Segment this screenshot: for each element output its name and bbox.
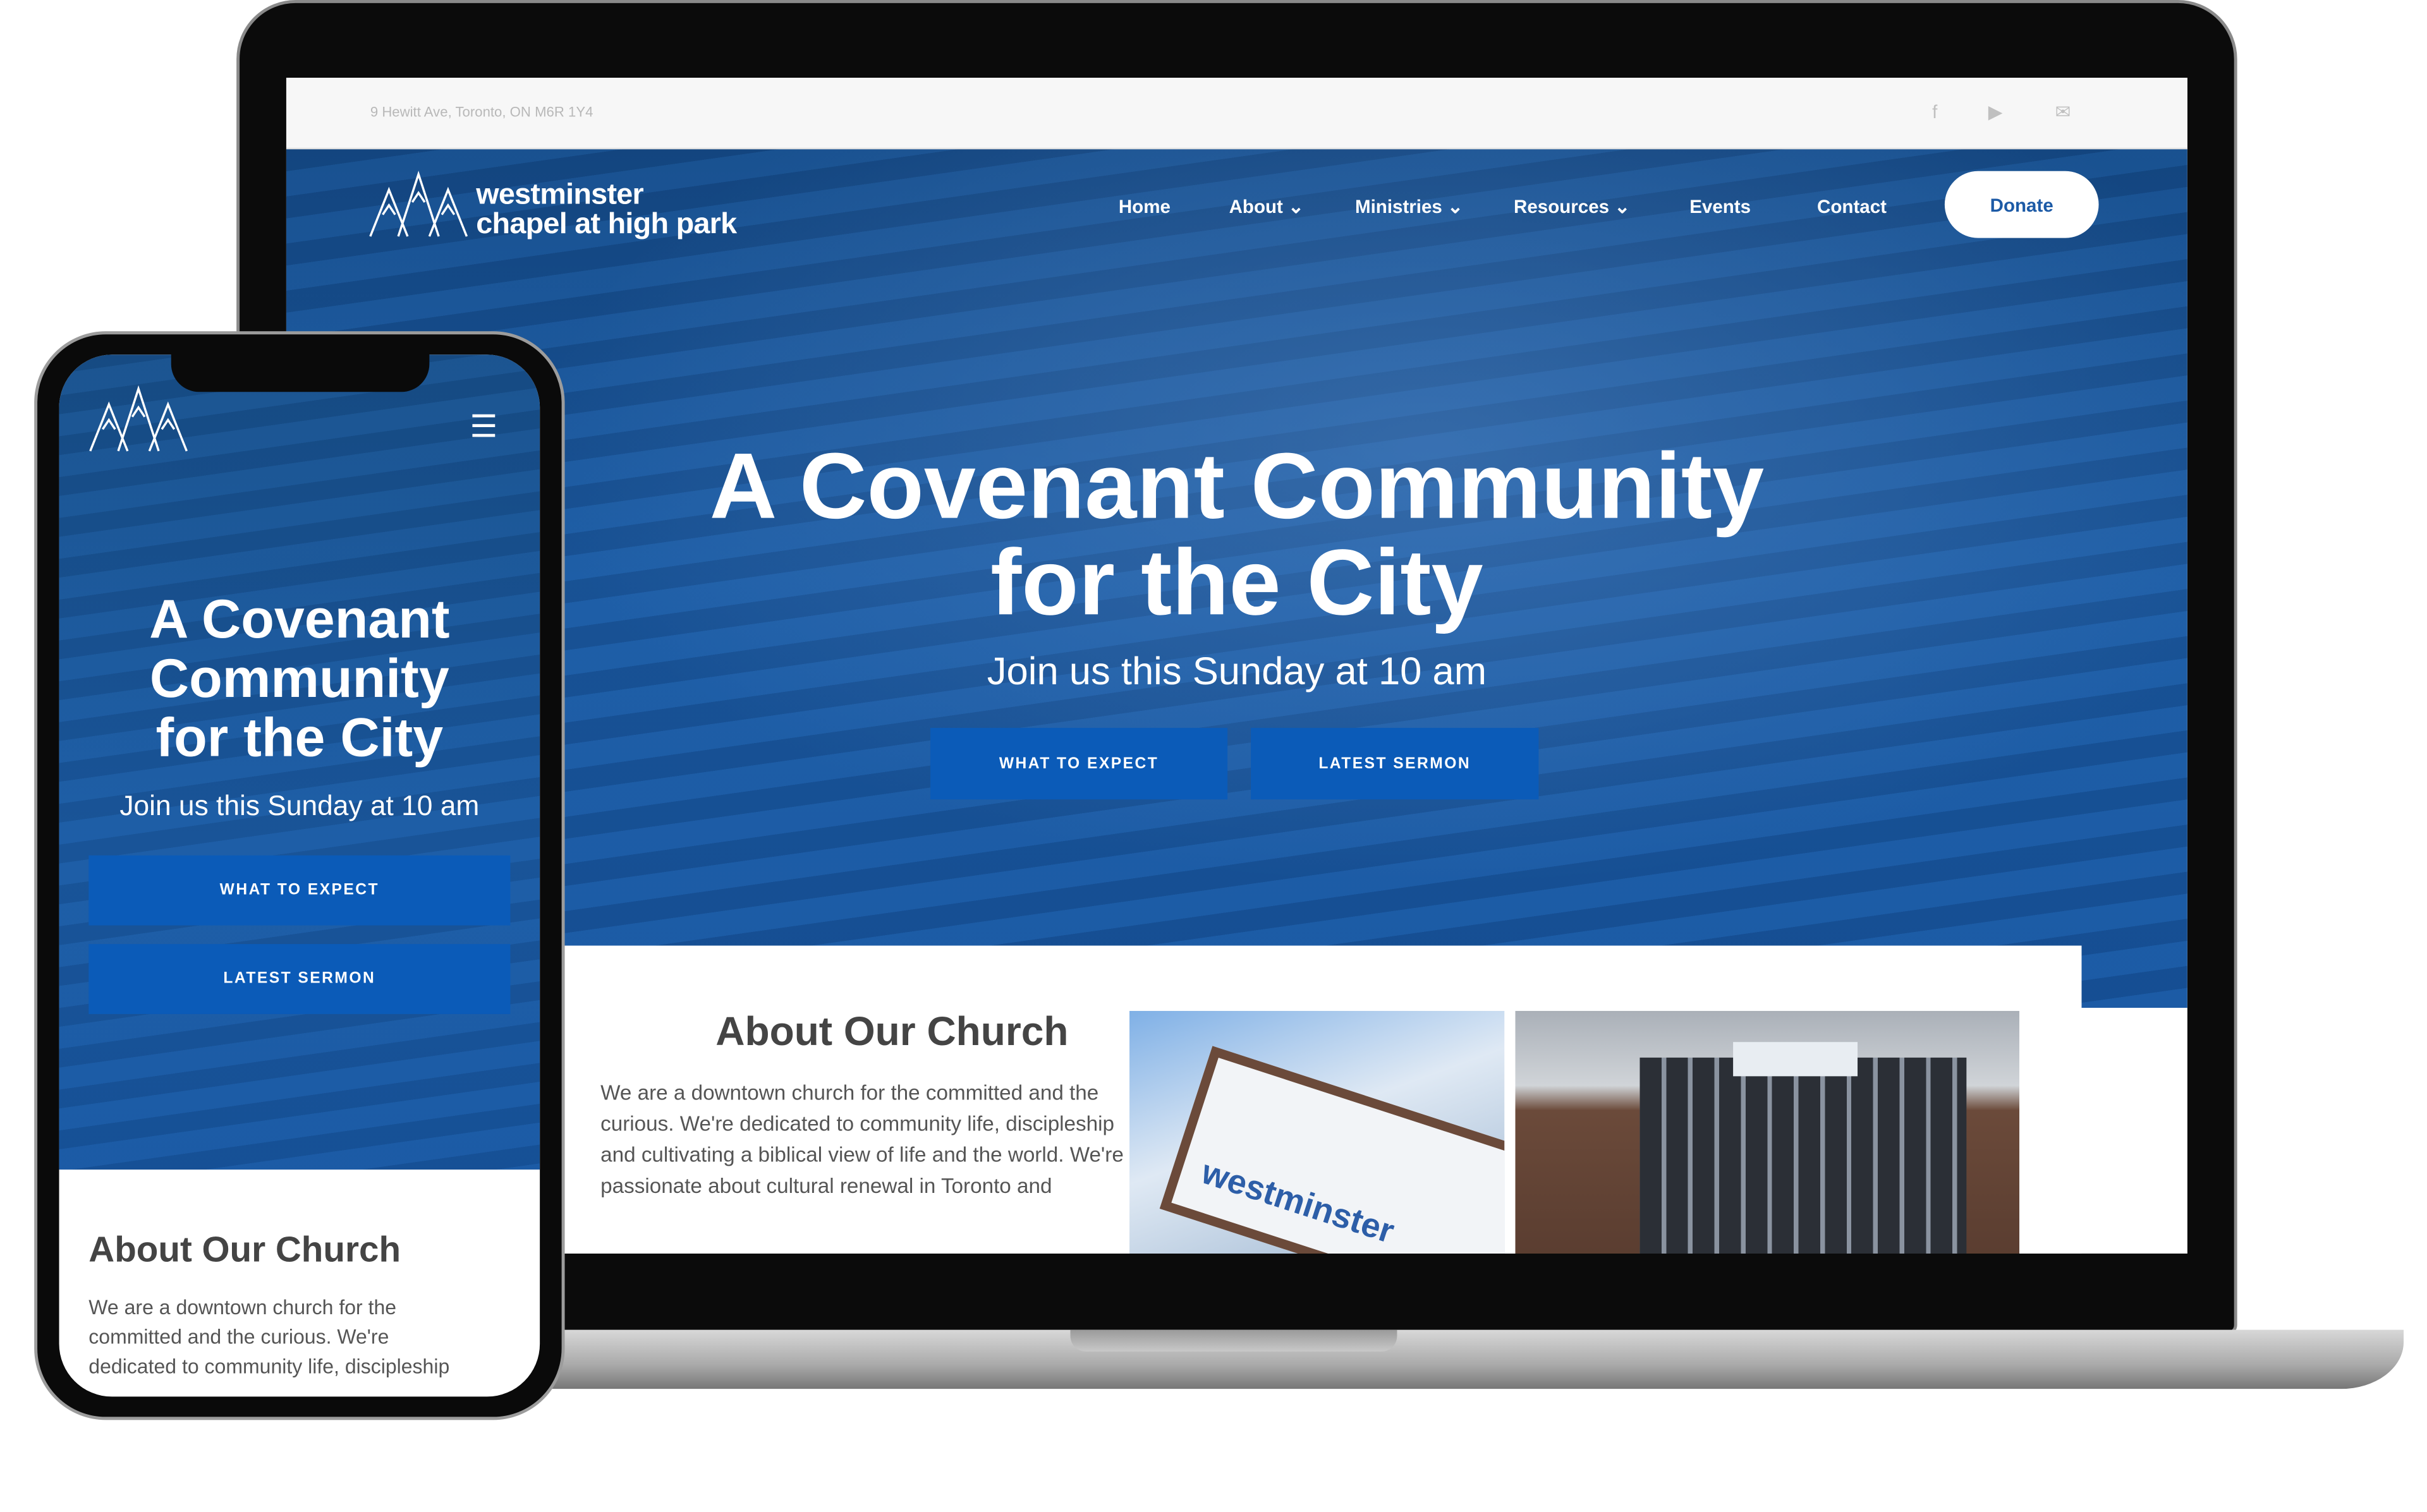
address: 9 Hewitt Ave, Toronto, ON M6R 1Y4	[370, 104, 593, 120]
mobile-hero: ☰ A Covenant Community for the City Join u…	[59, 354, 540, 1170]
what-to-expect-button[interactable]: WHAT TO EXPECT	[930, 727, 1228, 800]
laptop-notch	[1070, 1329, 1397, 1352]
chevron-down-icon: ⌄	[1288, 196, 1304, 218]
top-bar: 9 Hewitt Ave, Toronto, ON M6R 1Y4 f ▶ ✉	[286, 78, 2187, 150]
logo-icon[interactable]	[367, 168, 470, 239]
hero-subtitle: Join us this Sunday at 10 am	[987, 650, 1487, 694]
mobile-logo-icon[interactable]	[87, 383, 190, 454]
youtube-icon[interactable]: ▶	[1988, 101, 2003, 123]
donate-button[interactable]: Donate	[1944, 171, 2099, 238]
nav-ministries[interactable]: Ministries ⌄	[1355, 196, 1463, 217]
facebook-icon[interactable]: f	[1932, 101, 1937, 123]
hero-title: A Covenant Community for the City	[709, 433, 1765, 635]
mobile-what-to-expect-button[interactable]: WHAT TO EXPECT	[88, 855, 511, 926]
chevron-down-icon: ⌄	[1447, 196, 1463, 218]
latest-sermon-button[interactable]: LATEST SERMON	[1251, 727, 1539, 800]
mobile-about-text: We are a downtown church for the committe…	[88, 1295, 450, 1378]
church-sign-photo: westminster	[1129, 1010, 1505, 1254]
nav-resources[interactable]: Resources ⌄	[1514, 196, 1630, 217]
nav-home[interactable]: Home	[1119, 196, 1171, 217]
hamburger-menu-icon[interactable]: ☰	[470, 408, 497, 447]
phone-screen: ☰ A Covenant Community for the City Join u…	[59, 354, 540, 1397]
chevron-down-icon: ⌄	[1614, 196, 1631, 218]
nav-contact[interactable]: Contact	[1817, 196, 1887, 217]
email-icon[interactable]: ✉	[2055, 101, 2071, 123]
phone-notch	[171, 351, 430, 392]
church-building-photo	[1515, 1010, 2020, 1254]
mobile-latest-sermon-button[interactable]: LATEST SERMON	[88, 944, 511, 1014]
nav-events[interactable]: Events	[1689, 196, 1751, 217]
hero-section: westminster chapel at high park Home Abou…	[286, 149, 2187, 1008]
laptop-screen: 9 Hewitt Ave, Toronto, ON M6R 1Y4 f ▶ ✉ …	[286, 78, 2187, 1254]
logo-text[interactable]: westminster chapel at high park	[476, 181, 737, 240]
about-heading: About Our Church	[715, 1008, 1069, 1055]
mobile-hero-title: A Covenant Community for the City	[149, 589, 450, 768]
nav-about[interactable]: About ⌄	[1229, 196, 1304, 217]
mobile-about-heading: About Our Church	[88, 1228, 401, 1269]
mobile-hero-subtitle: Join us this Sunday at 10 am	[119, 790, 480, 821]
about-section: About Our Church We are a downtown churc…	[560, 945, 2082, 1254]
